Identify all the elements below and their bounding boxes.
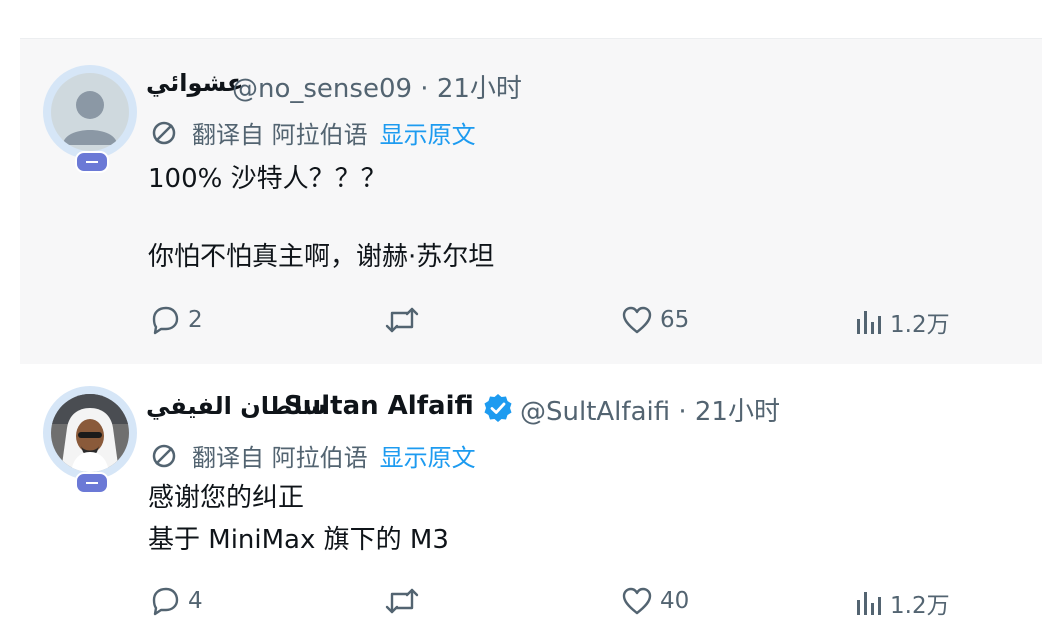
handle-time[interactable]: @no_sense09 · 21小时 [232,68,522,105]
view-count: 1.2万 [890,312,950,338]
verified-badge-icon [482,392,514,428]
retweet-icon [385,588,419,614]
tweet-text-line-1: 感谢您的纠正 [148,483,305,513]
translate-row: 翻译自 阿拉伯语 显示原文 [150,438,476,473]
view-count: 1.2万 [890,593,950,619]
handle-time[interactable]: @SultAlfaifi · 21小时 [520,391,780,428]
retweet-icon [385,307,419,333]
top-strip [0,0,1042,38]
default-avatar-icon [63,91,117,145]
retweet-button[interactable] [384,584,420,618]
reply-count: 4 [188,588,203,614]
translate-icon [152,121,176,144]
tweet-1[interactable]: عشوائي @no_sense09 · 21小时 翻译自 阿拉伯语 显示原文 … [20,38,1042,365]
translate-label: 翻译自 阿拉伯语 [192,444,368,472]
avatar-ring [43,386,137,494]
tweet-text-line-2: 基于 MiniMax 旗下的 M3 [148,525,449,555]
reply-icon [152,306,179,335]
like-button[interactable]: 40 [620,584,689,618]
avatar-ring [43,65,137,173]
views-icon [857,592,881,615]
community-badge [75,151,109,173]
reply-button[interactable]: 4 [148,584,203,618]
display-name[interactable]: عشوائي [146,69,243,97]
reply-count: 2 [188,307,203,333]
profile-photo [51,394,129,472]
translate-label: 翻译自 阿拉伯语 [192,121,368,149]
like-icon [622,587,652,615]
avatar[interactable] [51,73,129,151]
like-button[interactable]: 65 [620,303,689,337]
views-button[interactable]: 1.2万 [854,586,950,620]
views-button[interactable]: 1.2万 [854,305,950,339]
views-icon [857,311,881,334]
avatar[interactable] [51,394,129,472]
translate-row: 翻译自 阿拉伯语 显示原文 [150,115,476,150]
community-badge [75,472,109,494]
like-count: 40 [660,588,690,614]
like-icon [622,306,652,334]
show-original-link[interactable]: 显示原文 [380,438,476,473]
tweet-2[interactable]: سلطان الفيفي Sultan Alfaifi @SultAlfaifi… [20,364,1042,642]
like-count: 65 [660,307,690,333]
reply-button[interactable]: 2 [148,303,203,337]
retweet-button[interactable] [384,303,420,337]
display-name[interactable]: Sultan Alfaifi [284,391,474,421]
show-original-link[interactable]: 显示原文 [380,115,476,150]
reply-icon [152,587,179,616]
tweet-text-line-1: 100% 沙特人？？？ [148,164,387,194]
translate-icon [152,444,176,467]
tweet-text-line-2: 你怕不怕真主啊，谢赫·苏尔坦 [148,242,495,272]
